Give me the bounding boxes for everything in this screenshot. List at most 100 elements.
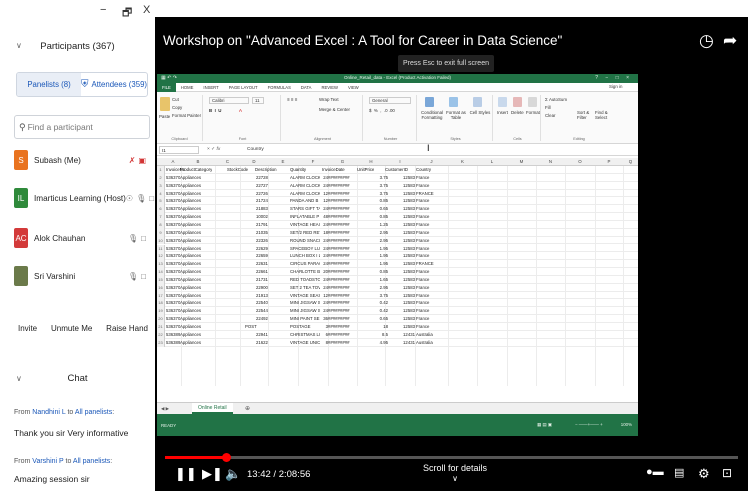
table-cell[interactable]: 536389 (166, 331, 180, 339)
tab-panelists[interactable]: Panelists (8) (17, 73, 82, 96)
table-cell[interactable]: 22540 (256, 299, 286, 307)
table-cell[interactable]: ######### (328, 190, 356, 198)
scroll-for-details[interactable]: Scroll for details ∨ (415, 463, 495, 483)
table-cell[interactable]: 12583 (393, 299, 415, 307)
table-cell[interactable]: 21731 (256, 276, 286, 284)
table-cell[interactable]: 2.95 (372, 229, 388, 237)
table-cell[interactable]: CIRCUS PARAC (290, 260, 320, 268)
table-cell[interactable]: 1.95 (372, 252, 388, 260)
table-cell[interactable]: 536370 (166, 252, 180, 260)
table-cell[interactable]: 1.65 (372, 276, 388, 284)
close-icon[interactable]: X (143, 4, 150, 16)
video-icon[interactable]: □ (149, 194, 154, 203)
name-box[interactable]: I1 (159, 146, 199, 154)
table-cell[interactable]: 3.75 (372, 182, 388, 190)
table-cell[interactable]: Appliances (180, 299, 226, 307)
row-number[interactable]: 12 (157, 252, 165, 261)
table-cell[interactable]: ######### (328, 213, 356, 221)
table-cell[interactable]: ######### (328, 315, 356, 323)
table-cell[interactable]: ######### (328, 284, 356, 292)
table-cell[interactable]: 536370 (166, 205, 180, 213)
table-cell[interactable]: 12583 (393, 237, 415, 245)
minimize-icon[interactable]: − (100, 4, 106, 16)
row-number[interactable]: 2 (157, 173, 165, 182)
column-header[interactable]: B (181, 159, 215, 164)
table-cell[interactable]: FRANCE (416, 260, 446, 268)
cut-button[interactable]: Cut (172, 97, 179, 102)
row-number[interactable]: 17 (157, 291, 165, 300)
column-header[interactable]: H (357, 159, 385, 164)
table-cell[interactable]: ######### (328, 292, 356, 300)
conditional-formatting-button[interactable]: Conditional Formatting (420, 110, 444, 120)
table-cell[interactable]: 4.95 (372, 339, 388, 347)
clear-button[interactable]: Clear (545, 113, 556, 118)
mic-icon[interactable]: 🎙 (128, 272, 138, 281)
bold-italic-underline-icon[interactable]: B I U (209, 108, 221, 113)
table-cell[interactable]: INFLATABLE P (290, 213, 320, 221)
table-cell[interactable]: 22726 (256, 190, 286, 198)
table-cell[interactable]: Appliances (180, 276, 226, 284)
header-cell[interactable]: Country (416, 166, 431, 174)
table-cell[interactable]: Appliances (180, 252, 226, 260)
table-cell[interactable]: Appliances (180, 197, 226, 205)
table-cell[interactable]: France (416, 197, 446, 205)
table-cell[interactable]: Appliances (180, 339, 226, 347)
table-cell[interactable]: MINI JIGSAW S (290, 299, 320, 307)
table-cell[interactable]: 536370 (166, 174, 180, 182)
table-cell[interactable]: STARS GIFT TA (290, 205, 320, 213)
row-number[interactable]: 13 (157, 260, 165, 269)
row-number[interactable]: 7 (157, 213, 165, 221)
unmute-button[interactable]: Unmute Me (49, 320, 94, 337)
autosum-button[interactable]: Σ AutoSum (545, 97, 567, 102)
table-cell[interactable]: France (416, 229, 446, 237)
excel-menu-data[interactable]: DATA (296, 85, 317, 90)
table-cell[interactable]: 2.95 (372, 284, 388, 292)
progress-scrubber[interactable] (221, 453, 231, 462)
delete-button[interactable]: Delete (511, 110, 524, 115)
table-cell[interactable]: France (416, 276, 446, 284)
participant-search-input[interactable]: ⚲ Find a participant (14, 115, 150, 139)
table-cell[interactable]: 12583 (393, 323, 415, 331)
mic-muted-icon[interactable]: ✗ (129, 156, 136, 165)
table-cell[interactable]: ######### (328, 237, 356, 245)
column-header[interactable]: P (595, 159, 623, 164)
settings-icon[interactable]: ⚙ (698, 466, 710, 482)
raise-hand-button[interactable]: Raise Hand (104, 320, 150, 337)
column-header[interactable]: L (477, 159, 507, 164)
table-cell[interactable]: 22544 (256, 307, 286, 315)
participant-row[interactable]: IL Imarticus Learning (Host) ☉ 🎙 □ (14, 186, 154, 210)
table-cell[interactable]: ######### (328, 205, 356, 213)
table-cell[interactable]: LUNCH BOX I L (290, 252, 320, 260)
column-header[interactable]: K (448, 159, 477, 164)
table-cell[interactable]: 536389 (166, 339, 180, 347)
table-cell[interactable]: ######### (328, 245, 356, 253)
table-cell[interactable]: France (416, 245, 446, 253)
watch-later-icon[interactable]: ◷ (699, 31, 714, 51)
table-cell[interactable]: France (416, 252, 446, 260)
table-cell[interactable]: VINTAGE HEAI (290, 221, 320, 229)
row-number[interactable]: 20 (157, 315, 165, 323)
table-cell[interactable]: ROUND SNACI (290, 237, 320, 245)
captions-icon[interactable]: ▤ (674, 466, 684, 479)
excel-menu-insert[interactable]: INSERT (198, 85, 223, 90)
sheet-nav-icon[interactable]: ◀ ▶ (161, 406, 169, 412)
table-cell[interactable]: France (416, 307, 446, 315)
video-player[interactable]: Workshop on "Advanced Excel : A Tool for… (155, 17, 748, 491)
table-cell[interactable]: 536370 (166, 307, 180, 315)
table-cell[interactable]: 21791 (256, 221, 286, 229)
table-cell[interactable]: Appliances (180, 174, 226, 182)
table-cell[interactable]: Appliances (180, 331, 226, 339)
column-header[interactable]: Q (623, 159, 638, 164)
header-cell[interactable]: Description (255, 166, 277, 174)
table-cell[interactable]: 22629 (256, 245, 286, 253)
table-cell[interactable]: 12583 (393, 260, 415, 268)
restore-icon[interactable]: 🗗 (122, 4, 132, 23)
table-cell[interactable]: 536370 (166, 276, 180, 284)
number-format-icons[interactable]: $ % , .0 .00 (369, 108, 395, 113)
table-cell[interactable]: 22728 (256, 174, 286, 182)
excel-menu-view[interactable]: VIEW (343, 85, 364, 90)
table-cell[interactable]: 12583 (393, 197, 415, 205)
table-cell[interactable]: 12583 (393, 315, 415, 323)
table-cell[interactable]: France (416, 174, 446, 182)
table-cell[interactable]: RED TOADSTO (290, 276, 320, 284)
